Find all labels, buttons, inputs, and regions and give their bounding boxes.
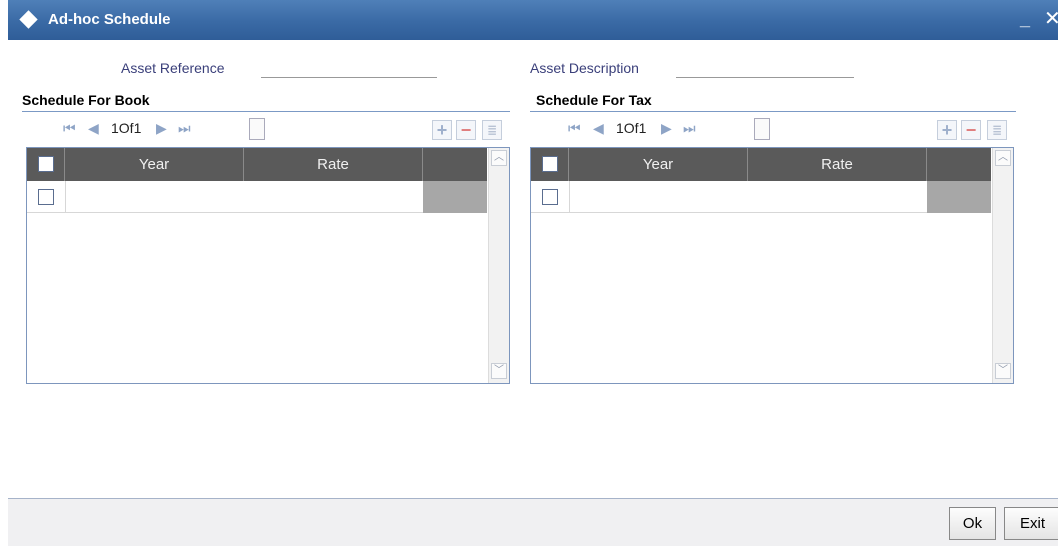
book-prev-page-icon[interactable]: ◀ <box>88 120 99 137</box>
column-header-blank <box>423 148 487 181</box>
tax-section-divider <box>530 111 1016 112</box>
row-divider <box>569 181 570 213</box>
title-bar: Ad-hoc Schedule _ ✕ <box>8 0 1058 40</box>
tax-next-page-icon[interactable]: ▶ <box>661 120 672 137</box>
row-action-cell <box>423 181 487 213</box>
tax-prev-page-icon[interactable]: ◀ <box>593 120 604 137</box>
row-select-checkbox[interactable] <box>38 189 54 205</box>
scroll-down-icon[interactable]: ﹀ <box>491 363 507 379</box>
close-button[interactable]: ✕ <box>1044 6 1058 31</box>
tax-page-info: 1Of1 <box>616 120 647 136</box>
header-select-cell <box>531 148 569 181</box>
tax-single-view-button[interactable]: ≣ <box>987 120 1007 140</box>
book-first-page-icon[interactable]: ⏮ <box>63 120 76 137</box>
row-divider <box>65 181 66 213</box>
tax-add-row-button[interactable]: + <box>937 120 957 140</box>
tax-page-input[interactable] <box>754 118 770 140</box>
book-table-scrollbar[interactable]: ︿ ﹀ <box>488 148 509 383</box>
scroll-up-icon[interactable]: ︿ <box>995 150 1011 166</box>
book-last-page-icon[interactable]: ⏭ <box>178 120 191 137</box>
book-add-row-button[interactable]: + <box>432 120 452 140</box>
column-header-blank <box>927 148 991 181</box>
asset-description-field[interactable] <box>676 58 854 78</box>
ok-button[interactable]: Ok <box>949 507 996 540</box>
tax-table-scrollbar[interactable]: ︿ ﹀ <box>992 148 1013 383</box>
column-header-rate: Rate <box>748 148 927 181</box>
asset-description-label: Asset Description <box>530 60 639 76</box>
header-select-cell <box>27 148 65 181</box>
row-action-cell <box>927 181 991 213</box>
diamond-icon <box>19 10 38 29</box>
dialog-footer: Ok Exit <box>8 498 1058 546</box>
scroll-down-icon[interactable]: ﹀ <box>995 363 1011 379</box>
table-header: Year Rate <box>27 148 487 181</box>
exit-button[interactable]: Exit <box>1004 507 1058 540</box>
book-schedule-table: Year Rate ︿ ﹀ <box>26 147 510 384</box>
schedule-for-book-title: Schedule For Book <box>22 92 150 108</box>
tax-last-page-icon[interactable]: ⏭ <box>683 120 696 137</box>
book-page-info: 1Of1 <box>111 120 142 136</box>
schedule-for-tax-title: Schedule For Tax <box>536 92 652 108</box>
tax-schedule-table: Year Rate ︿ ﹀ <box>530 147 1014 384</box>
tax-first-page-icon[interactable]: ⏮ <box>568 120 581 137</box>
book-page-input[interactable] <box>249 118 265 140</box>
row-select-checkbox[interactable] <box>542 189 558 205</box>
book-delete-row-button[interactable]: − <box>456 120 476 140</box>
asset-reference-label: Asset Reference <box>121 60 225 76</box>
table-row <box>531 181 991 213</box>
book-next-page-icon[interactable]: ▶ <box>156 120 167 137</box>
minimize-button[interactable]: _ <box>1020 9 1030 30</box>
scroll-up-icon[interactable]: ︿ <box>491 150 507 166</box>
column-header-year: Year <box>65 148 244 181</box>
select-all-checkbox[interactable] <box>542 156 558 172</box>
book-section-divider <box>22 111 510 112</box>
column-header-year: Year <box>569 148 748 181</box>
asset-reference-field[interactable] <box>261 58 437 78</box>
ad-hoc-schedule-window: Ad-hoc Schedule _ ✕ Asset Reference Asse… <box>0 0 1058 546</box>
table-header: Year Rate <box>531 148 991 181</box>
tax-delete-row-button[interactable]: − <box>961 120 981 140</box>
table-row <box>27 181 487 213</box>
book-single-view-button[interactable]: ≣ <box>482 120 502 140</box>
select-all-checkbox[interactable] <box>38 156 54 172</box>
column-header-rate: Rate <box>244 148 423 181</box>
window-title: Ad-hoc Schedule <box>48 11 171 28</box>
